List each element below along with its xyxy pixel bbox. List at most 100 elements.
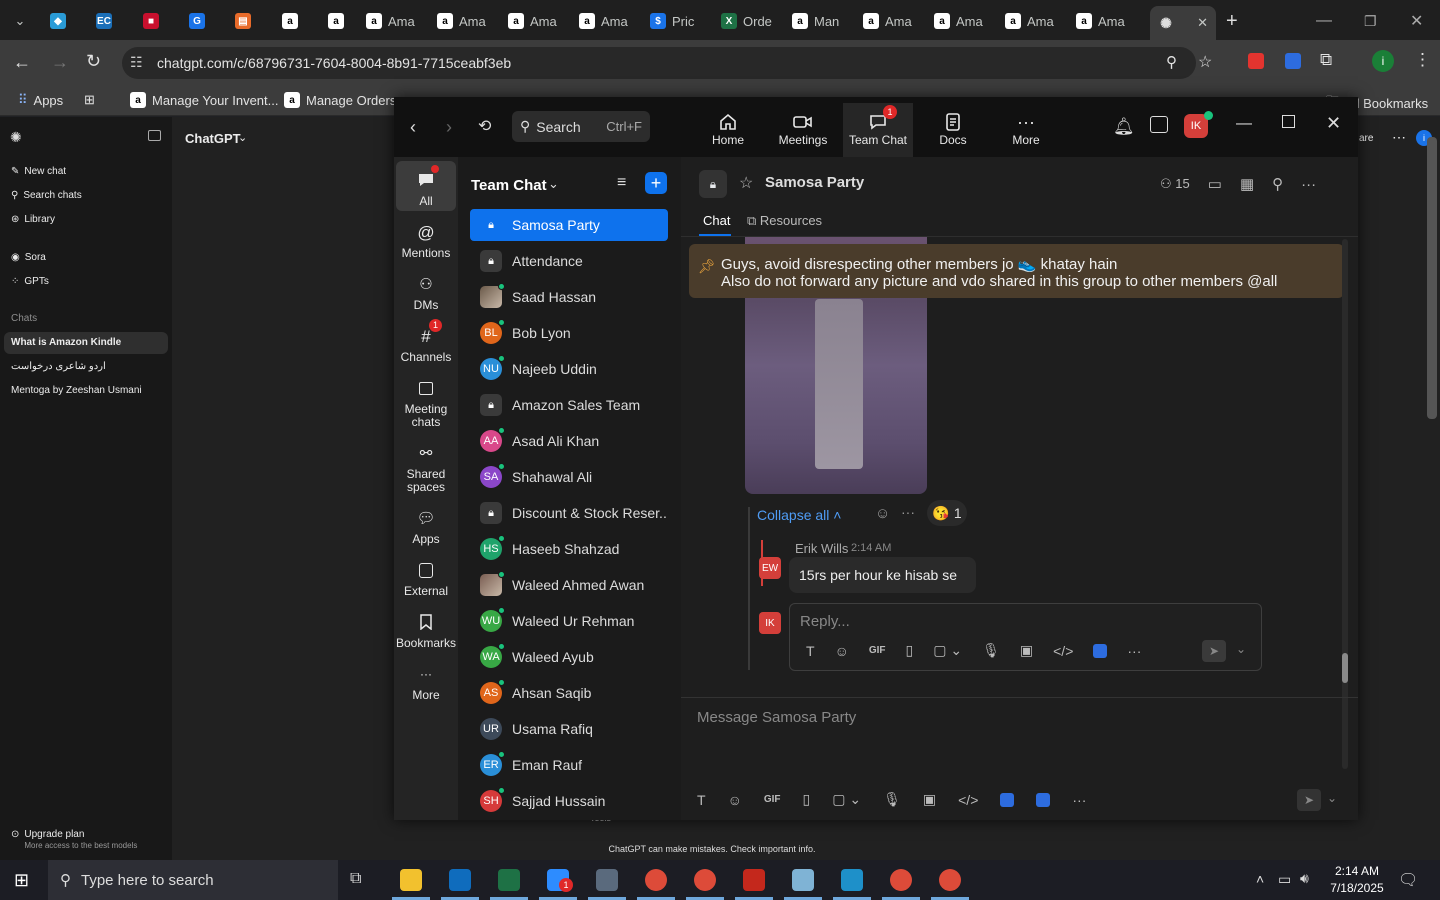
restore-button[interactable]: ❐	[1364, 8, 1377, 34]
chat-scrollbar[interactable]	[1342, 239, 1348, 769]
network-icon[interactable]: ▭	[1278, 871, 1291, 888]
extension-icon[interactable]	[1248, 53, 1264, 69]
rail-apps[interactable]: 💬︎ Apps	[394, 507, 458, 546]
close-button[interactable]: ✕	[1326, 113, 1341, 134]
share-button[interactable]: are	[1359, 133, 1373, 144]
mic-icon[interactable]: 🎙︎	[883, 791, 901, 808]
send-icon[interactable]: ➤	[1297, 789, 1321, 811]
new-chat-button[interactable]: ✎ New chat	[11, 166, 66, 177]
rail-channels[interactable]: #1 Channels	[394, 319, 458, 364]
chevron-down-icon[interactable]: ⌄	[1327, 791, 1337, 805]
chat-list-item[interactable]: Waleed Ahmed Awan	[470, 569, 668, 601]
browser-tab[interactable]: a Ama	[863, 8, 927, 34]
minimize-button[interactable]: —	[1316, 8, 1332, 34]
notification-center-icon[interactable]: 🗨︎	[1398, 870, 1418, 890]
rail-shared-spaces[interactable]: ⚯ Shared spaces	[394, 442, 458, 494]
nav-docs[interactable]: Docs	[918, 111, 988, 147]
rail-meeting-chats[interactable]: Meeting chats	[394, 377, 458, 429]
star-icon[interactable]: ☆	[1198, 52, 1212, 72]
more-icon[interactable]: ···	[1072, 792, 1086, 808]
text-format-icon[interactable]: T	[806, 643, 815, 659]
library-button[interactable]: ⊛ Library	[11, 214, 55, 225]
chat-item[interactable]: Mentoga by Zeeshan Usmani	[11, 385, 142, 396]
tab-pinned-2[interactable]: EC	[96, 8, 112, 34]
code-icon[interactable]: </>	[958, 792, 978, 808]
browser-tab[interactable]: $ Pric	[650, 8, 714, 34]
chat-list-item[interactable]: AS Ahsan Saqib	[470, 677, 668, 709]
outlook-icon[interactable]	[449, 869, 471, 891]
back-icon[interactable]: ‹	[410, 117, 416, 138]
more-icon[interactable]: ···	[1127, 643, 1141, 659]
chat-list-item[interactable]: HS Haseeb Shahzad	[470, 533, 668, 565]
sender-name[interactable]: Erik Wills	[795, 541, 848, 556]
bookmark-1[interactable]: a Manage Your Invent...	[130, 92, 278, 108]
task-view-icon[interactable]: ⧉	[350, 870, 361, 888]
browser-tab[interactable]: a Ama	[934, 8, 998, 34]
scrollbar-thumb[interactable]	[1342, 653, 1348, 683]
filezilla-icon[interactable]	[743, 869, 765, 891]
mic-icon[interactable]: 🎙︎	[982, 642, 1000, 659]
new-chat-plus-button[interactable]: +	[645, 172, 667, 194]
windows-start-icon[interactable]: ⊞	[14, 870, 29, 891]
reload-icon[interactable]: ↻	[86, 51, 101, 72]
calculator-icon[interactable]	[596, 869, 618, 891]
gif-button[interactable]: GIF	[764, 794, 781, 805]
forward-icon[interactable]: →	[51, 52, 69, 73]
chat-list-item[interactable]: AA Asad Ali Khan	[470, 425, 668, 457]
pinned-message[interactable]: 📌︎ Guys, avoid disrespecting other membe…	[689, 244, 1344, 298]
rail-bookmarks[interactable]: Bookmarks	[394, 611, 458, 650]
text-format-icon[interactable]: T	[697, 792, 706, 808]
taskbar-search[interactable]: ⚲ Type here to search	[48, 860, 338, 900]
chat-list-item[interactable]: UR Usama Rafiq	[470, 713, 668, 745]
app-icon[interactable]	[841, 869, 863, 891]
chat-list-item[interactable]: SA Shahawal Ali	[470, 461, 668, 493]
nav-team-chat[interactable]: 1 Team Chat	[843, 103, 913, 157]
rail-external[interactable]: External	[394, 559, 458, 598]
url-text[interactable]: chatgpt.com/c/68796731-7604-8004-8b91-77…	[157, 55, 511, 71]
send-icon[interactable]: ➤	[1202, 640, 1226, 662]
tab-pinned-6[interactable]: a	[282, 8, 298, 34]
tab-pinned-4[interactable]: G	[189, 8, 205, 34]
code-icon[interactable]: </>	[1053, 643, 1073, 659]
chrome-icon[interactable]	[890, 869, 912, 891]
sora-button[interactable]: ◉ Sora	[11, 252, 46, 263]
video-icon[interactable]: ▭	[1208, 175, 1222, 193]
chat-list-item[interactable]: 🔒︎ Attendance	[470, 245, 668, 277]
emoji-icon[interactable]: ☺	[835, 643, 849, 659]
chat-list-item[interactable]: 🔒︎ Discount & Stock Reser...	[470, 497, 668, 529]
browser-tab[interactable]: a Ama	[1076, 8, 1140, 34]
rail-mentions[interactable]: @ Mentions	[394, 221, 458, 260]
sidebar-toggle-icon[interactable]	[148, 130, 161, 141]
tab-active[interactable]: ✺ ✕	[1150, 6, 1216, 40]
channel-name[interactable]: Samosa Party	[765, 174, 864, 191]
close-window-button[interactable]: ✕	[1410, 8, 1423, 34]
nav-home[interactable]: Home	[693, 111, 763, 147]
new-tab-button[interactable]: +	[1226, 8, 1238, 34]
chat-list-item[interactable]: 🔒︎ Amazon Sales Team	[470, 389, 668, 421]
bookmark-tab-groups[interactable]: ⊞	[84, 92, 95, 108]
tab-pinned-7[interactable]: a	[328, 8, 344, 34]
forward-icon[interactable]: ›	[446, 117, 452, 138]
chat-item[interactable]: What is Amazon Kindle	[11, 337, 121, 348]
browser-tab[interactable]: a Man	[792, 8, 856, 34]
bookmark-apps[interactable]: ⠿ Apps	[18, 92, 63, 108]
calendar-icon[interactable]: ▦	[1240, 175, 1254, 193]
site-info-icon[interactable]: ☷	[130, 54, 143, 71]
gif-button[interactable]: GIF	[869, 645, 886, 656]
excel-icon[interactable]	[498, 869, 520, 891]
more-icon[interactable]: ⋯	[1392, 129, 1406, 146]
chat-list-item[interactable]: BL Bob Lyon	[470, 317, 668, 349]
add-reaction-icon[interactable]: ☺	[875, 505, 890, 522]
star-icon[interactable]: ☆	[739, 173, 753, 193]
chat-list-item[interactable]: NU Najeeb Uddin	[470, 353, 668, 385]
reply-box[interactable]: Reply... T ☺ GIF ▯ ▢ ⌄ 🎙︎ ▣ </> ··· ➤ ⌄	[789, 603, 1262, 671]
volume-icon[interactable]: 🔊︎	[1300, 870, 1309, 887]
clock-time[interactable]: 2:14 AM	[1326, 864, 1388, 878]
reaction-chip[interactable]: 😘 1	[927, 500, 967, 526]
screenshot-icon[interactable]: ▢ ⌄	[933, 642, 962, 659]
clock-date[interactable]: 7/18/2025	[1326, 881, 1388, 895]
more-icon[interactable]: ···	[1301, 176, 1316, 193]
emoji-icon[interactable]: ☺	[728, 792, 742, 808]
puzzle-icon[interactable]: ⧉	[1320, 50, 1332, 70]
minimize-button[interactable]: —	[1236, 115, 1252, 133]
